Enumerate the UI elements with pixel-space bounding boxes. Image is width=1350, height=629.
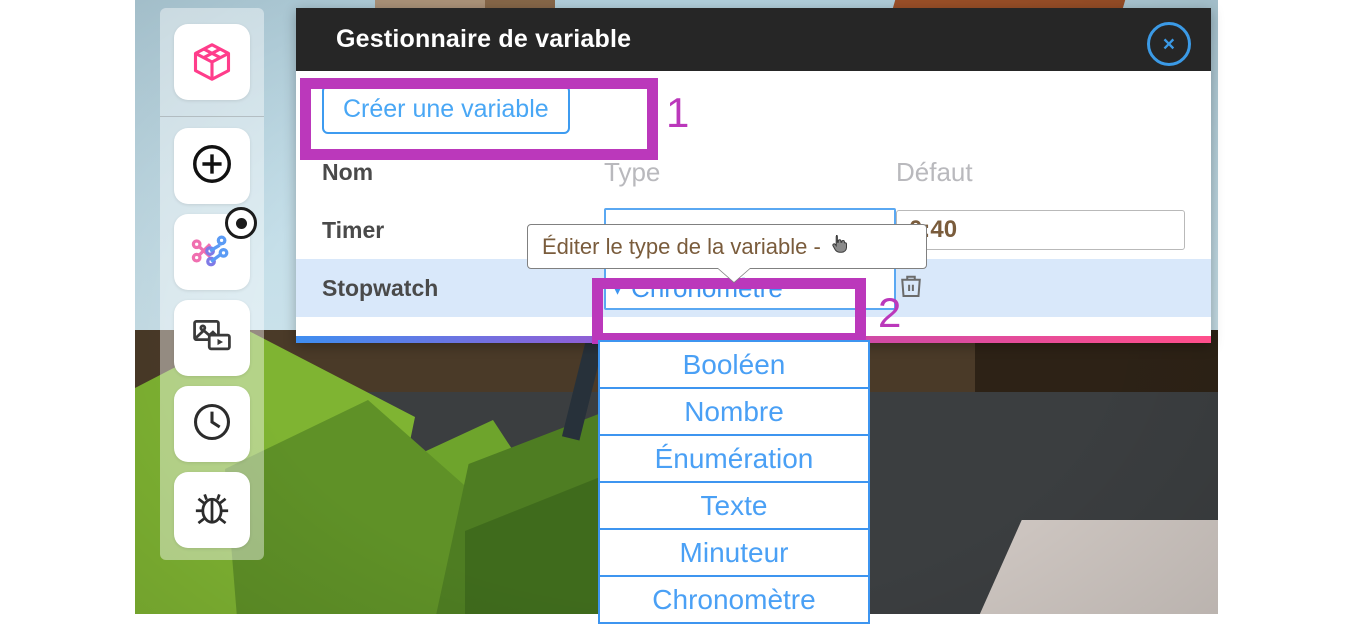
toolbar-button-add[interactable] [174, 128, 250, 204]
column-header-type: Type [604, 156, 661, 187]
annotation-number-1: 1 [666, 89, 690, 136]
toolbar-button-behaviors[interactable] [174, 207, 257, 290]
annotation-highlight-1 [300, 78, 658, 160]
screenshot-root: Gestionnaire de variable × Créer une var… [0, 0, 1350, 629]
dropdown-option-stopwatch[interactable]: Chronomètre [600, 577, 868, 622]
dropdown-option-enumeration[interactable]: Énumération [600, 436, 868, 483]
toolbar-button-debug[interactable] [174, 472, 250, 548]
toolbar-button-timeline[interactable] [174, 386, 250, 462]
close-icon[interactable]: × [1147, 22, 1191, 66]
page-title: Gestionnaire de variable [336, 25, 632, 53]
dropdown-option-boolean[interactable]: Booléen [600, 342, 868, 389]
plus-circle-icon [189, 141, 235, 192]
dropdown-option-text[interactable]: Texte [600, 483, 868, 530]
column-header-default: Défaut [896, 156, 973, 187]
toolbar-divider [160, 116, 264, 117]
toolbar-button-media[interactable] [174, 300, 250, 376]
cursor-hand-icon [827, 232, 851, 262]
toolbar-button-assets[interactable] [174, 24, 250, 100]
left-toolbar [160, 8, 264, 560]
close-glyph: × [1162, 32, 1176, 56]
column-header-name: Nom [322, 158, 374, 185]
variable-default-cell-stopwatch [896, 271, 1185, 306]
annotation-highlight-2 [592, 278, 866, 344]
type-dropdown-list[interactable]: Booléen Nombre Énumération Texte Minuteu… [598, 340, 870, 624]
clock-icon [189, 399, 235, 450]
variable-name-stopwatch: Stopwatch [322, 274, 439, 301]
dropdown-option-timer[interactable]: Minuteur [600, 530, 868, 577]
dropdown-option-number[interactable]: Nombre [600, 389, 868, 436]
dialog-title-bar: Gestionnaire de variable × [296, 8, 1211, 71]
tooltip: Éditer le type de la variable - [527, 224, 927, 269]
selected-indicator-icon [225, 207, 257, 239]
variable-default-cell-timer[interactable]: 0:40 [896, 210, 1185, 250]
media-image-icon [190, 314, 234, 363]
node-graph-icon [189, 227, 235, 278]
tooltip-text: Éditer le type de la variable - [542, 233, 821, 259]
bug-icon [190, 486, 234, 535]
cube-icon [190, 40, 234, 84]
annotation-number-2: 2 [878, 289, 902, 336]
default-value-timer[interactable]: 0:40 [896, 210, 1185, 250]
